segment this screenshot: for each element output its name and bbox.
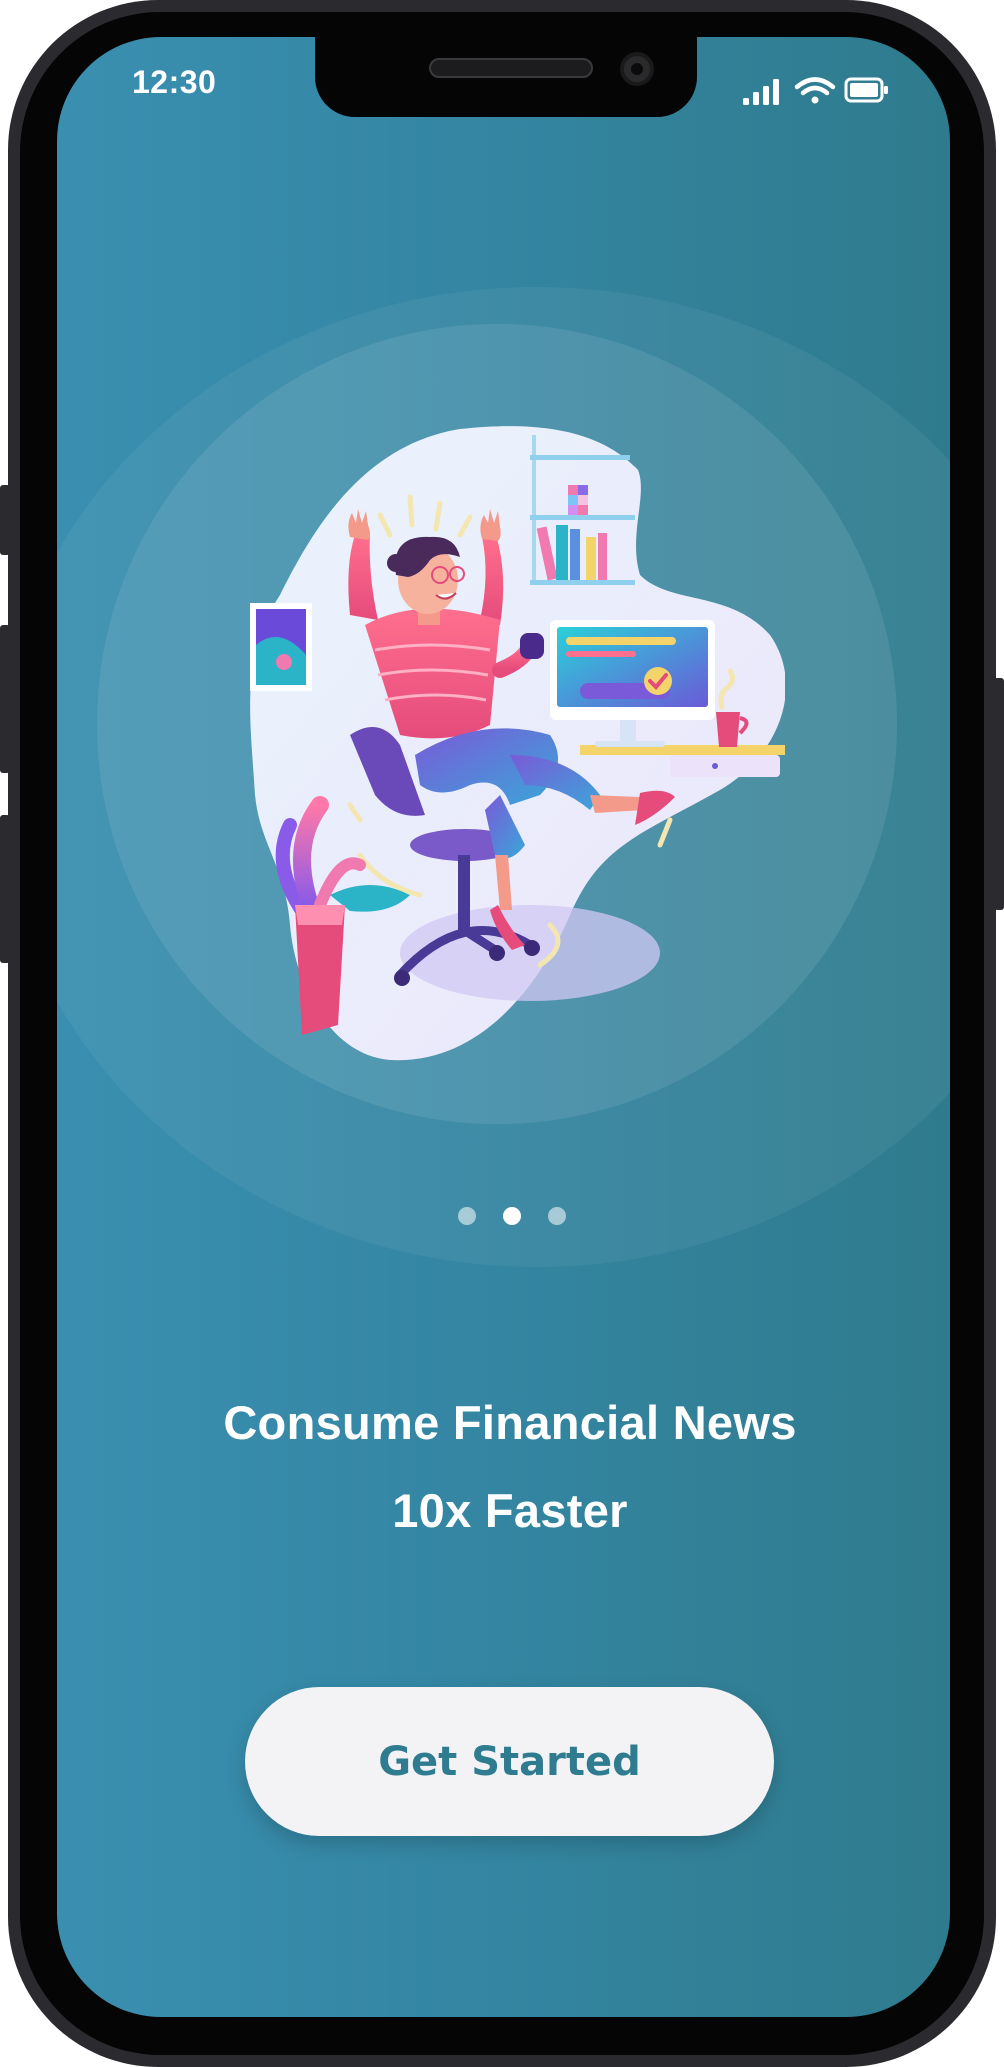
page-dot-1[interactable]: [458, 1207, 476, 1225]
person-celebrating-at-desk-illustration: [250, 426, 785, 1061]
power-button: [994, 678, 1004, 910]
page-dot-2-active[interactable]: [503, 1207, 521, 1225]
headline-line-2: 10x Faster: [392, 1484, 628, 1537]
status-icons: [743, 74, 891, 108]
cellular-signal-icon: [743, 79, 779, 105]
get-started-button[interactable]: Get Started: [245, 1687, 774, 1836]
pagination-dots: [458, 1205, 568, 1229]
volume-down-button: [0, 815, 10, 963]
status-time: 12:30: [132, 64, 217, 100]
wifi-icon: [794, 77, 836, 104]
headline-line-1: Consume Financial News: [223, 1396, 797, 1449]
battery-icon: [844, 77, 888, 103]
mute-switch: [0, 485, 10, 555]
volume-up-button: [0, 625, 10, 773]
speaker-grille: [429, 58, 593, 78]
wall-picture: [250, 603, 312, 691]
front-camera: [620, 52, 654, 86]
phone-mockup: 12:30 Consume Financial News 10x Faster …: [0, 0, 1004, 2067]
page-dot-3[interactable]: [548, 1207, 566, 1225]
